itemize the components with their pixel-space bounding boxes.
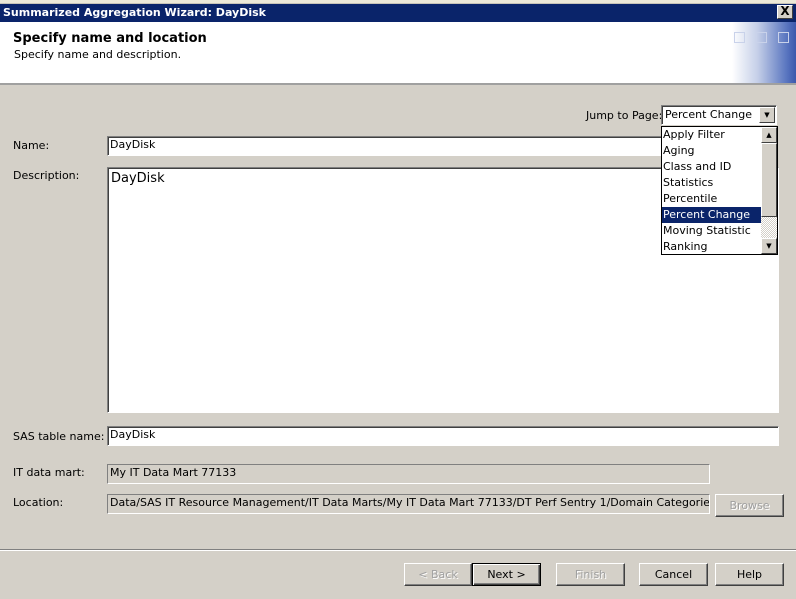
- footer-divider: [0, 549, 796, 551]
- location-field: Data/SAS IT Resource Management/IT Data …: [107, 494, 710, 514]
- dropdown-scrollbar[interactable]: ▲ ▼: [761, 127, 777, 254]
- jump-to-page-label: Jump to Page:: [586, 109, 663, 122]
- decorative-square-icon: [734, 32, 745, 43]
- scroll-down-button[interactable]: ▼: [761, 238, 777, 254]
- dropdown-arrow-button[interactable]: ▼: [759, 107, 775, 123]
- dropdown-option[interactable]: Moving Statistic: [662, 223, 762, 239]
- sas-table-name-label: SAS table name:: [13, 430, 105, 443]
- sas-table-name-input[interactable]: DayDisk: [107, 426, 779, 446]
- dropdown-option[interactable]: Apply Filter: [662, 127, 762, 143]
- back-button[interactable]: < Back: [404, 563, 472, 586]
- dropdown-option[interactable]: Class and ID: [662, 159, 762, 175]
- dropdown-option[interactable]: Statistics: [662, 175, 762, 191]
- it-data-mart-value: My IT Data Mart 77133: [110, 466, 237, 479]
- next-button[interactable]: Next >: [472, 563, 541, 586]
- description-label: Description:: [13, 169, 80, 182]
- it-data-mart-field: My IT Data Mart 77133: [107, 464, 710, 484]
- dropdown-option[interactable]: Percentile: [662, 191, 762, 207]
- dropdown-option[interactable]: Aging: [662, 143, 762, 159]
- help-button[interactable]: Help: [715, 563, 784, 586]
- cancel-button[interactable]: Cancel: [639, 563, 708, 586]
- scrollbar-thumb[interactable]: [761, 143, 777, 217]
- page-title: Specify name and location: [13, 31, 207, 46]
- description-value: DayDisk: [111, 171, 165, 186]
- chevron-down-icon: ▼: [764, 111, 770, 119]
- wizard-header: Specify name and location Specify name a…: [0, 22, 796, 85]
- name-input-value: DayDisk: [110, 138, 156, 151]
- title-bar[interactable]: Summarized Aggregation Wizard: DayDisk X: [0, 4, 796, 22]
- name-input[interactable]: DayDisk: [107, 136, 663, 156]
- jump-to-page-dropdown-list[interactable]: Apply Filter Aging Class and ID Statisti…: [661, 126, 778, 255]
- jump-to-page-select[interactable]: Percent Change ▼: [661, 105, 777, 125]
- browse-button[interactable]: Browse: [715, 494, 784, 517]
- finish-button[interactable]: Finish: [556, 563, 625, 586]
- location-label: Location:: [13, 496, 64, 509]
- decorative-square-icon: [756, 32, 767, 43]
- sas-table-name-value: DayDisk: [110, 428, 156, 441]
- arrow-up-icon: ▲: [766, 131, 772, 139]
- scroll-up-button[interactable]: ▲: [761, 127, 777, 143]
- close-icon: X: [780, 4, 790, 18]
- dropdown-option[interactable]: Ranking: [662, 239, 762, 254]
- name-label: Name:: [13, 139, 50, 152]
- jump-to-page-value: Percent Change: [665, 108, 753, 121]
- dropdown-option-selected[interactable]: Percent Change: [662, 207, 762, 223]
- close-button[interactable]: X: [777, 5, 793, 19]
- it-data-mart-label: IT data mart:: [13, 466, 85, 479]
- page-subtitle: Specify name and description.: [14, 48, 182, 61]
- window-title: Summarized Aggregation Wizard: DayDisk: [3, 6, 266, 19]
- arrow-down-icon: ▼: [766, 242, 772, 250]
- decorative-square-icon: [778, 32, 789, 43]
- location-value: Data/SAS IT Resource Management/IT Data …: [110, 496, 710, 509]
